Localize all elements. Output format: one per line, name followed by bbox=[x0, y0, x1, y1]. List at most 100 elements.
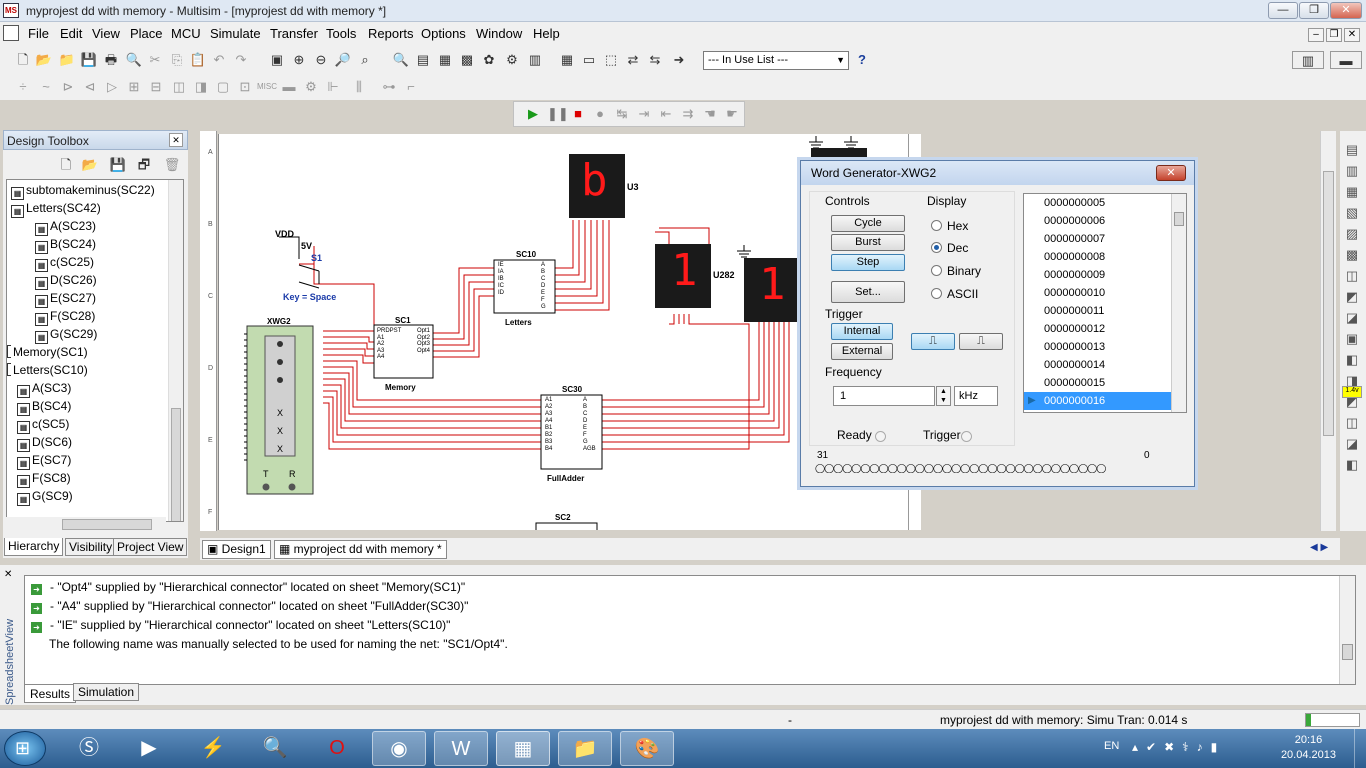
new-sheet-icon[interactable]: 🗋 bbox=[57, 156, 75, 174]
step-out-icon[interactable]: ⇤ bbox=[657, 105, 675, 123]
redo-icon[interactable]: ↷ bbox=[232, 51, 250, 69]
dialog-close-button[interactable]: ✕ bbox=[1156, 165, 1186, 181]
tab-results[interactable]: Results bbox=[24, 685, 77, 703]
erc-icon[interactable]: ▦ bbox=[558, 51, 576, 69]
transfer-icon[interactable]: ⇄ bbox=[624, 51, 642, 69]
sc2-label[interactable]: SC2 bbox=[555, 513, 571, 522]
connector-icon[interactable]: ⌐ bbox=[402, 78, 420, 96]
rules-icon[interactable]: ▭ bbox=[580, 51, 598, 69]
mdi-close-button[interactable]: ✕ bbox=[1344, 28, 1360, 42]
tab-simulation[interactable]: Simulation bbox=[73, 683, 140, 701]
step-over-icon[interactable]: ↹ bbox=[613, 105, 631, 123]
basic-icon[interactable]: ~ bbox=[37, 78, 55, 96]
minimize-button[interactable]: — bbox=[1268, 2, 1298, 19]
save-icon[interactable]: 💾 bbox=[80, 51, 98, 69]
tree-item[interactable]: ▦ Letters(SC42) bbox=[11, 199, 101, 218]
word-row[interactable]: 0000000009 bbox=[1024, 266, 1171, 284]
source-icon[interactable]: ÷ bbox=[14, 78, 32, 96]
hierarchical-icon[interactable]: ⊶ bbox=[380, 78, 398, 96]
explorer-icon[interactable]: 📁 bbox=[558, 731, 612, 766]
radio-ascii[interactable]: ASCII bbox=[931, 287, 978, 301]
database-icon[interactable]: ▩ bbox=[458, 51, 476, 69]
remove-breakpoints-icon[interactable]: ☛ bbox=[723, 105, 741, 123]
xwg2-label[interactable]: XWG2 bbox=[267, 317, 291, 326]
u3-label[interactable]: U3 bbox=[627, 182, 639, 192]
tree-horizontal-scrollbar[interactable] bbox=[6, 517, 166, 532]
menu-view[interactable]: View bbox=[92, 26, 120, 41]
opera-icon[interactable]: O bbox=[310, 731, 364, 766]
word-row-selected[interactable]: 0000000016 bbox=[1024, 392, 1171, 410]
radio-dec[interactable]: Dec bbox=[931, 241, 968, 255]
new-icon[interactable]: 🗋 bbox=[14, 51, 32, 69]
cycle-button[interactable]: Cycle bbox=[831, 215, 905, 232]
word-row[interactable]: 0000000007 bbox=[1024, 230, 1171, 248]
grapher-icon[interactable]: ⚙ bbox=[503, 51, 521, 69]
undo-icon[interactable]: ↶ bbox=[210, 51, 228, 69]
paste-icon[interactable]: 📋 bbox=[189, 51, 207, 69]
skype-icon[interactable]: Ⓢ bbox=[62, 731, 116, 766]
menu-window[interactable]: Window bbox=[476, 26, 522, 41]
print-icon[interactable]: 🖶 bbox=[102, 51, 120, 69]
run-icon[interactable]: ▶ bbox=[524, 105, 542, 123]
sc30-label[interactable]: SC30 bbox=[562, 385, 582, 394]
set-button[interactable]: Set... bbox=[831, 281, 905, 303]
word-row[interactable]: 0000000006 bbox=[1024, 212, 1171, 230]
toolbox-close-button[interactable]: ✕ bbox=[169, 133, 183, 147]
toolbox-icon[interactable]: ▦ bbox=[436, 51, 454, 69]
word-row[interactable]: 0000000008 bbox=[1024, 248, 1171, 266]
show-desktop-button[interactable] bbox=[1354, 729, 1366, 768]
backannotate-icon[interactable]: ⇆ bbox=[646, 51, 664, 69]
word-row[interactable]: 0000000010 bbox=[1024, 284, 1171, 302]
search-app-icon[interactable]: 🔍 bbox=[248, 731, 302, 766]
zoom-in-icon[interactable]: ⊕ bbox=[290, 51, 308, 69]
tree-item[interactable]: ▦ c(SC25) bbox=[35, 253, 94, 272]
cmos-icon[interactable]: ⊟ bbox=[147, 78, 165, 96]
menu-options[interactable]: Options bbox=[421, 26, 466, 41]
media-player-icon[interactable]: ▶ bbox=[122, 731, 176, 766]
diode-icon[interactable]: ⊳ bbox=[59, 78, 77, 96]
tree-item[interactable]: ▦ F(SC8) bbox=[17, 469, 71, 488]
scroll-thumb[interactable] bbox=[1342, 644, 1353, 660]
mdi-restore-button[interactable]: ❐ bbox=[1326, 28, 1342, 42]
mcu-icon[interactable]: ◫ bbox=[170, 78, 188, 96]
spreadsheet-icon[interactable]: ▤ bbox=[414, 51, 432, 69]
scroll-thumb[interactable] bbox=[1174, 212, 1184, 226]
multisim-icon[interactable]: ▦ bbox=[496, 731, 550, 766]
sc10-label[interactable]: SC10 bbox=[516, 250, 536, 259]
falling-edge-button[interactable]: ⎍ bbox=[959, 333, 1003, 350]
menu-edit[interactable]: Edit bbox=[60, 26, 82, 41]
bus-icon[interactable]: ⫼ bbox=[350, 78, 368, 96]
expand-arrow-icon[interactable]: ➜ bbox=[31, 584, 42, 595]
tree-vertical-scrollbar[interactable] bbox=[168, 180, 183, 521]
in-use-list-dropdown[interactable]: --- In Use List --- ▼ bbox=[703, 51, 849, 70]
frequency-input[interactable]: 1 bbox=[833, 386, 935, 406]
menu-place[interactable]: Place bbox=[130, 26, 163, 41]
burst-button[interactable]: Burst bbox=[831, 234, 905, 251]
cut-icon[interactable]: ✂ bbox=[146, 51, 164, 69]
frequency-spinner[interactable]: ▲ ▼ bbox=[936, 386, 951, 406]
word-list[interactable]: 0000000005 0000000006 0000000007 0000000… bbox=[1023, 193, 1187, 413]
tree-item[interactable]: ▦ A(SC3) bbox=[17, 379, 71, 398]
close-button[interactable]: ✕ bbox=[1330, 2, 1362, 19]
frequency-unit[interactable]: kHz bbox=[954, 386, 998, 406]
menu-mcu[interactable]: MCU bbox=[171, 26, 201, 41]
tree-item[interactable]: ▦ A(SC23) bbox=[35, 217, 96, 236]
scroll-thumb[interactable] bbox=[171, 408, 181, 521]
tree-item[interactable]: ▦ D(SC26) bbox=[35, 271, 97, 290]
stop-icon[interactable]: ■ bbox=[569, 105, 587, 123]
system-clock[interactable]: 20:16 20.04.2013 bbox=[1281, 733, 1336, 763]
chrome-icon[interactable]: ◉ bbox=[372, 731, 426, 766]
menu-reports[interactable]: Reports bbox=[368, 26, 414, 41]
results-scrollbar[interactable] bbox=[1339, 576, 1355, 684]
radio-hex[interactable]: Hex bbox=[931, 219, 968, 233]
word-list-scrollbar[interactable] bbox=[1171, 194, 1186, 412]
word-row[interactable]: 0000000015 bbox=[1024, 374, 1171, 392]
breadboard-icon[interactable]: ▥ bbox=[1292, 51, 1324, 69]
tree-item[interactable]: ▦ E(SC27) bbox=[35, 289, 96, 308]
word-row[interactable]: 0000000013 bbox=[1024, 338, 1171, 356]
tab-scroll-arrows[interactable]: ◀ ▶ bbox=[1310, 542, 1328, 553]
language-indicator[interactable]: EN bbox=[1104, 740, 1119, 752]
ladder-icon[interactable]: ⊩ bbox=[324, 78, 342, 96]
zoom-fit-icon[interactable]: ⌕ bbox=[356, 51, 374, 69]
external-button[interactable]: External bbox=[831, 343, 893, 360]
